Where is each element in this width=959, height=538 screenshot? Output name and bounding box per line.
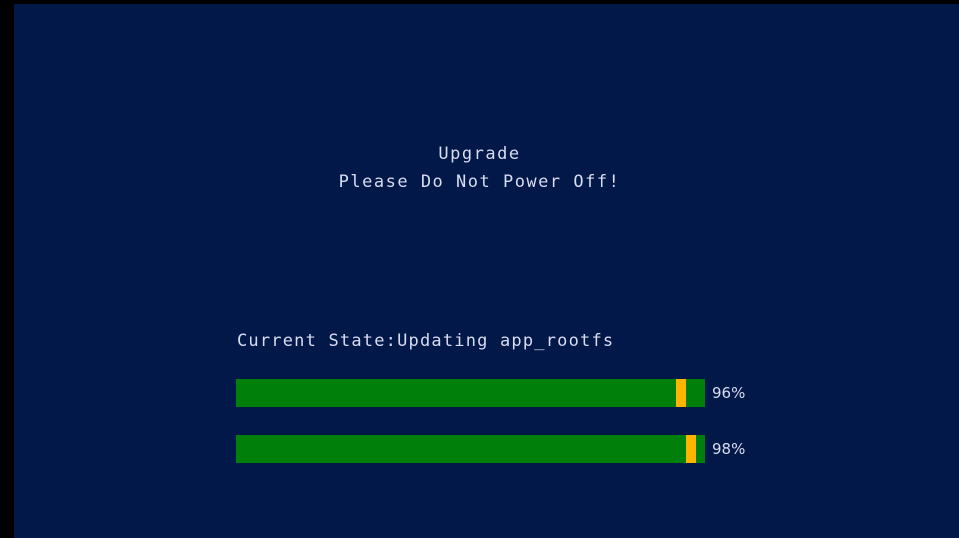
power-warning: Please Do Not Power Off!	[338, 172, 621, 192]
progress-percent-secondary: 98%	[712, 440, 746, 458]
progress-percent-primary: 96%	[712, 384, 746, 402]
progress-fill-primary	[236, 379, 676, 407]
progress-indicator-primary	[676, 379, 686, 407]
progress-indicator-secondary	[686, 435, 696, 463]
progress-bar-primary	[236, 379, 705, 407]
display-frame: Upgrade Please Do Not Power Off! Current…	[0, 0, 959, 538]
progress-bar-secondary	[236, 435, 705, 463]
current-state-label: Current State:Updating app_rootfs	[237, 331, 615, 351]
upgrade-title: Upgrade	[438, 144, 521, 164]
progress-fill-secondary	[236, 435, 686, 463]
